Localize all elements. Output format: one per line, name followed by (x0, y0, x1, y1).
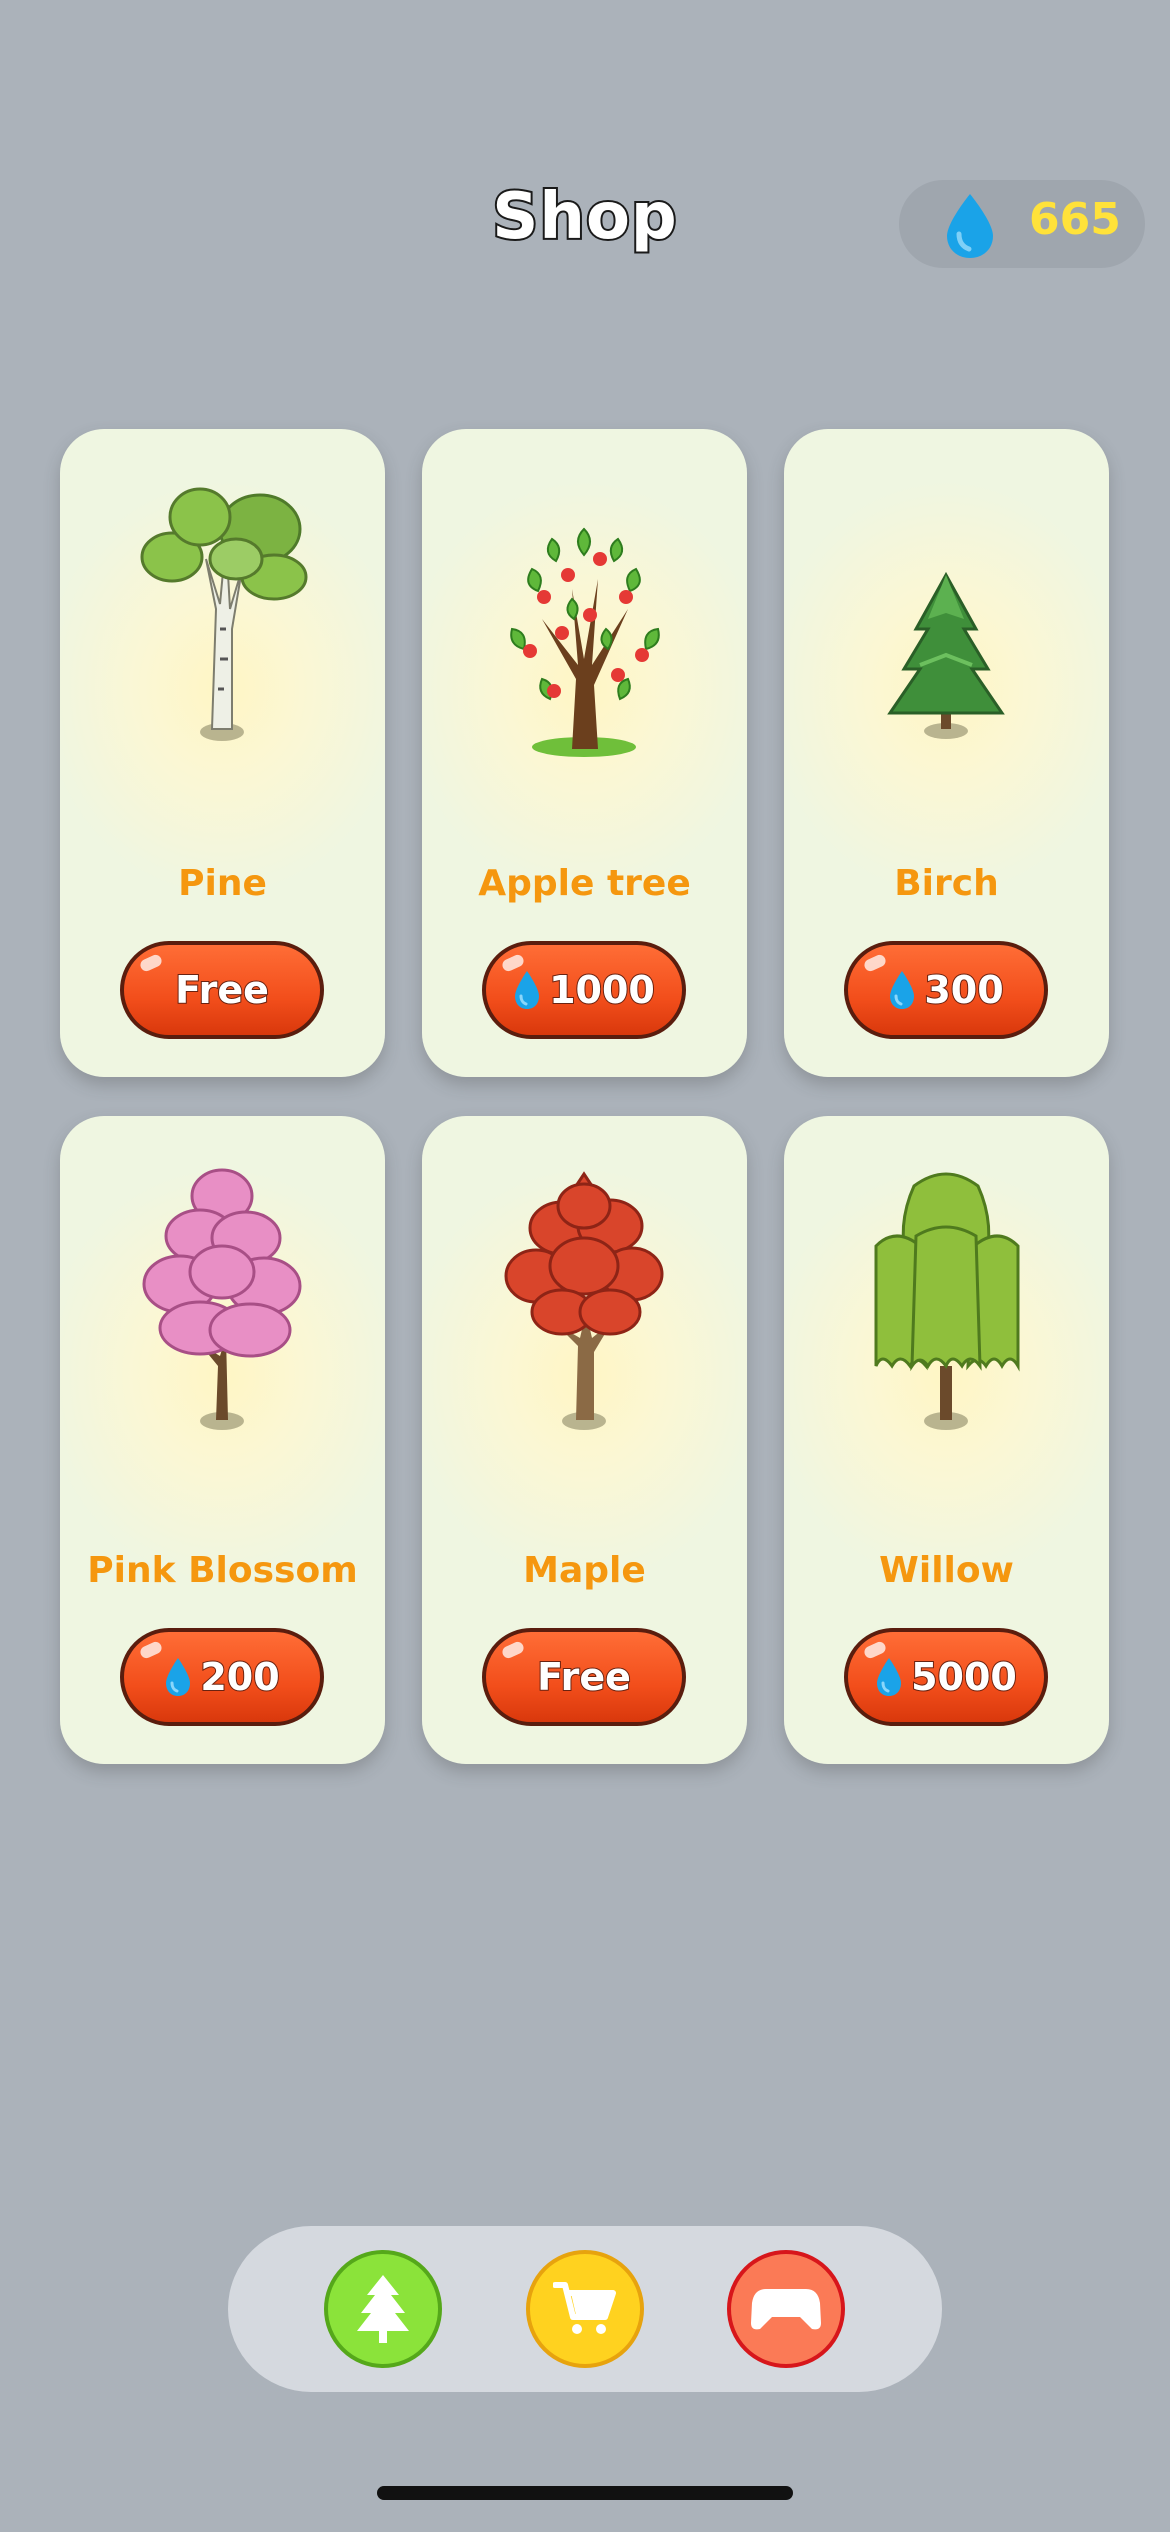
water-drop-icon (515, 971, 540, 1009)
price-label: Free (174, 967, 270, 1013)
shop-card-maple[interactable]: Maple Free (422, 1116, 747, 1764)
buy-button-pink-blossom[interactable]: 200 (120, 1628, 324, 1726)
price-label: 1000 (548, 967, 656, 1013)
pink-blossom-tree-image (60, 1116, 385, 1476)
apple-tree-image (422, 429, 747, 789)
price-label: 5000 (910, 1654, 1018, 1700)
price-label: 200 (199, 1654, 280, 1700)
water-drop-icon (943, 192, 997, 260)
price-label: 300 (923, 967, 1004, 1013)
water-drop-icon (890, 971, 915, 1009)
pine-tree-image (60, 429, 385, 789)
price-label: Free (536, 1654, 632, 1700)
bottom-nav (228, 2226, 942, 2392)
buy-button-maple[interactable]: Free (482, 1628, 686, 1726)
nav-shop-button[interactable] (526, 2250, 644, 2368)
item-name: Birch (894, 863, 999, 904)
water-drop-icon (877, 1658, 902, 1696)
willow-tree-image (784, 1116, 1109, 1476)
buy-button-birch[interactable]: 300 (844, 941, 1048, 1039)
shop-card-apple-tree[interactable]: Apple tree 1000 (422, 429, 747, 1077)
buy-button-willow[interactable]: 5000 (844, 1628, 1048, 1726)
nav-games-button[interactable] (727, 2250, 845, 2368)
item-name: Willow (879, 1550, 1014, 1591)
cart-icon (553, 2282, 616, 2334)
item-name: Apple tree (478, 863, 691, 904)
buy-button-pine[interactable]: Free (120, 941, 324, 1039)
currency-badge: 665 (899, 180, 1145, 268)
shop-card-willow[interactable]: Willow 5000 (784, 1116, 1109, 1764)
shop-card-pink-blossom[interactable]: Pink Blossom 200 (60, 1116, 385, 1764)
item-name: Pine (178, 863, 267, 904)
item-name: Pink Blossom (87, 1550, 358, 1591)
water-drop-icon (166, 1658, 191, 1696)
tree-icon (357, 2275, 409, 2343)
currency-amount: 665 (1029, 194, 1121, 245)
home-indicator (377, 2486, 793, 2500)
shop-card-pine[interactable]: Pine Free (60, 429, 385, 1077)
nav-tree-button[interactable] (324, 2250, 442, 2368)
buy-button-apple-tree[interactable]: 1000 (482, 941, 686, 1039)
maple-tree-image (422, 1116, 747, 1476)
gamepad-icon (751, 2289, 821, 2330)
birch-tree-image (784, 429, 1109, 789)
item-name: Maple (523, 1550, 646, 1591)
shop-card-birch[interactable]: Birch 300 (784, 429, 1109, 1077)
